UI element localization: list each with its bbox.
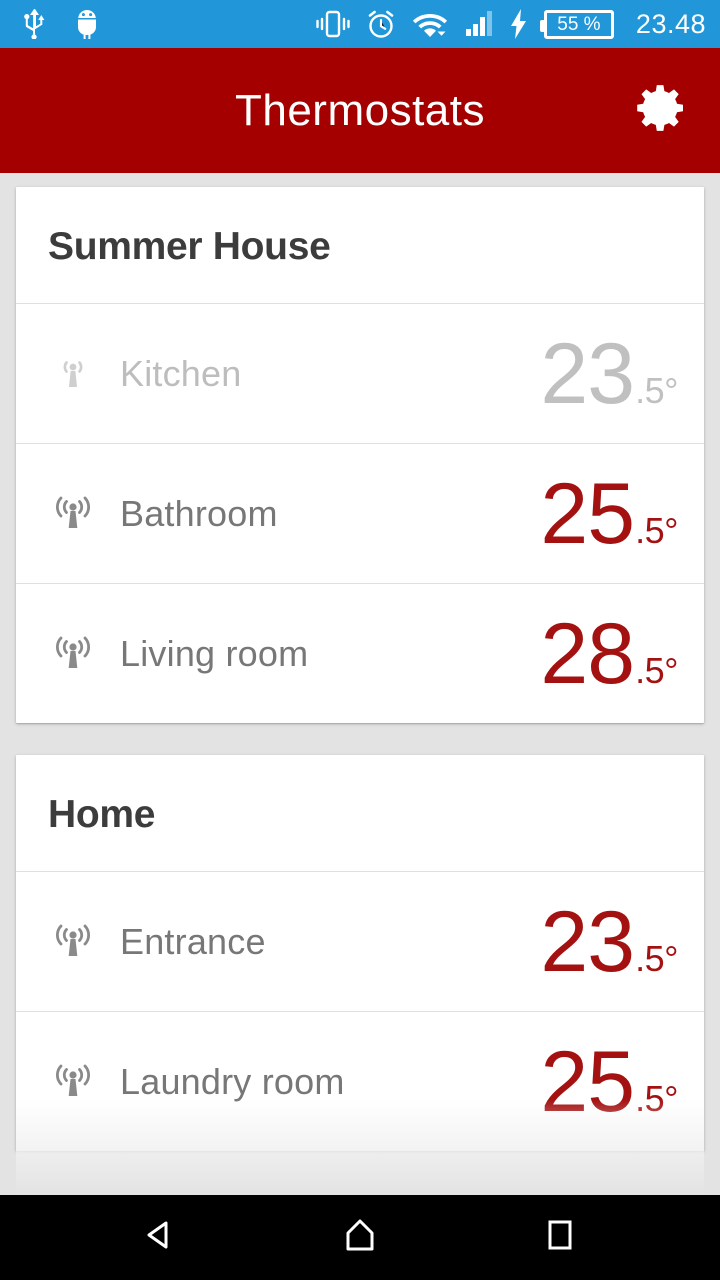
- thermostat-temperature: 25 .5°: [540, 1039, 678, 1125]
- recents-button[interactable]: [515, 1195, 605, 1280]
- back-button[interactable]: [115, 1195, 205, 1280]
- recents-square-icon: [540, 1215, 580, 1260]
- thermostat-row[interactable]: Living room 28 .5°: [16, 583, 704, 723]
- thermostat-temperature: 23 .5°: [540, 899, 678, 985]
- group-title: Home: [48, 793, 156, 836]
- signal-weak-icon: [44, 352, 102, 396]
- thermostat-row[interactable]: Laundry room 25 .5°: [16, 1011, 704, 1151]
- signal-strong-icon: [44, 1060, 102, 1104]
- temperature-integer: 23: [540, 325, 635, 422]
- group-card: Summer House Kitchen 23 .5° Bathroom 25 …: [16, 187, 704, 723]
- thermostat-label: Laundry room: [120, 1060, 345, 1102]
- temperature-integer: 28: [540, 605, 635, 702]
- thermostat-label: Bathroom: [120, 492, 278, 534]
- signal-strong-icon: [44, 920, 102, 964]
- group-card: Home Entrance 23 .5° Laundry room 25 .5°: [16, 755, 704, 1151]
- thermostat-temperature: 25 .5°: [540, 471, 678, 557]
- vibrate-icon: [316, 9, 350, 39]
- app-bar: Thermostats: [0, 48, 720, 173]
- signal-strong-icon: [44, 632, 102, 676]
- temperature-fraction: .5°: [635, 649, 678, 691]
- temperature-fraction: .5°: [635, 937, 678, 979]
- back-triangle-icon: [140, 1215, 180, 1260]
- battery-icon: 55 %: [539, 9, 614, 39]
- temperature-integer: 25: [540, 465, 635, 562]
- temperature-fraction: .5°: [635, 1077, 678, 1119]
- thermostat-label: Kitchen: [120, 352, 242, 394]
- usb-icon: [22, 9, 48, 39]
- home-house-icon: [340, 1215, 380, 1260]
- thermostat-row[interactable]: Entrance 23 .5°: [16, 871, 704, 1011]
- thermostat-label: Living room: [120, 632, 309, 674]
- battery-indicator: 55 %: [539, 9, 614, 39]
- gear-icon: [633, 80, 689, 141]
- wifi-icon: [412, 10, 448, 38]
- battery-level-label: 55 %: [557, 13, 601, 35]
- android-debug-icon: [74, 8, 100, 40]
- thermostat-label: Entrance: [120, 920, 266, 962]
- temperature-integer: 25: [540, 1033, 635, 1130]
- status-bar-right-icons: 55 % 23.48: [316, 9, 706, 40]
- thermostat-list[interactable]: Summer House Kitchen 23 .5° Bathroom 25 …: [0, 173, 720, 1195]
- alarm-icon: [366, 9, 396, 39]
- status-bar-left-icons: [22, 8, 100, 40]
- home-button[interactable]: [315, 1195, 405, 1280]
- status-bar: 55 % 23.48: [0, 0, 720, 48]
- temperature-fraction: .5°: [635, 509, 678, 551]
- android-navigation-bar: [0, 1195, 720, 1280]
- thermostat-temperature: 23 .5°: [540, 331, 678, 417]
- thermostat-row[interactable]: Kitchen 23 .5°: [16, 303, 704, 443]
- thermostat-temperature: 28 .5°: [540, 611, 678, 697]
- temperature-fraction: .5°: [635, 369, 678, 411]
- page-title: Thermostats: [234, 85, 485, 135]
- temperature-integer: 23: [540, 893, 635, 990]
- signal-strong-icon: [44, 492, 102, 536]
- thermostat-row[interactable]: Bathroom 25 .5°: [16, 443, 704, 583]
- group-title: Summer House: [48, 225, 331, 268]
- status-bar-clock: 23.48: [635, 8, 706, 39]
- cellular-signal-icon: [464, 10, 494, 38]
- settings-button[interactable]: [630, 80, 692, 142]
- charging-bolt-icon: [510, 9, 528, 39]
